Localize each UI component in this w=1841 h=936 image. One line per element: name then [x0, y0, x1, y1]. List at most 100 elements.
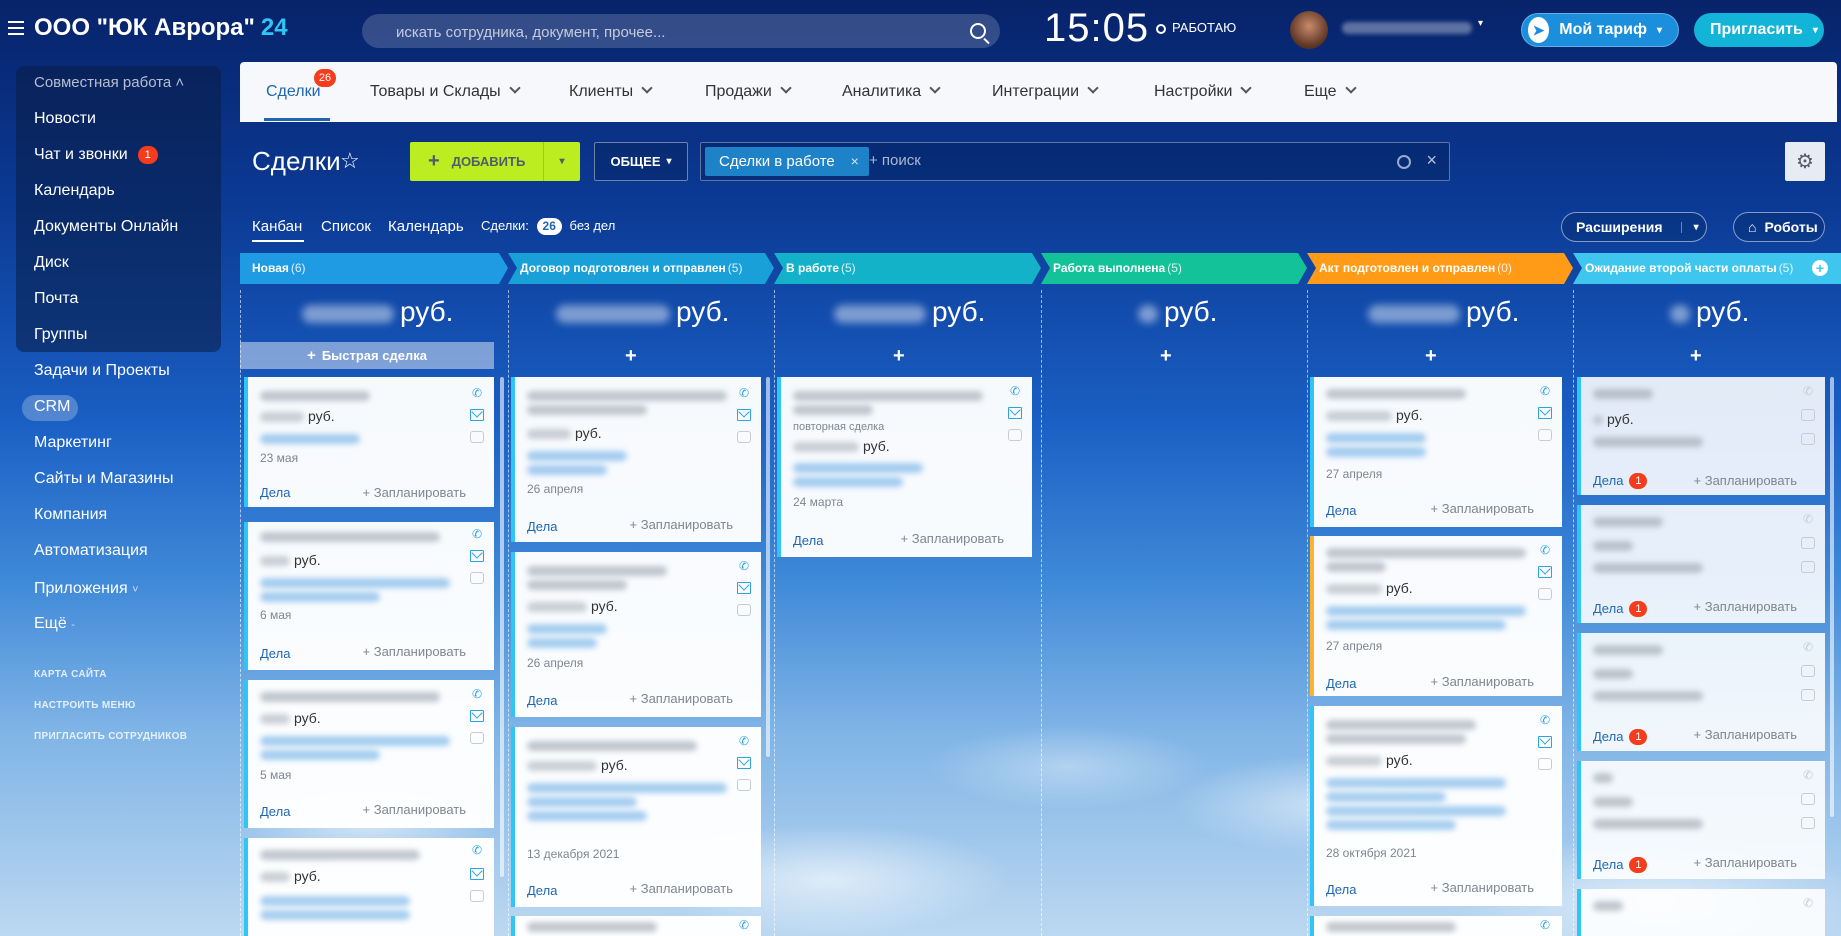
chat-icon[interactable]: [1801, 817, 1815, 829]
column-act[interactable]: Акт подготовлен и отправлен (0): [1307, 253, 1512, 284]
plan-link[interactable]: + Запланировать: [901, 531, 1004, 546]
add-deal-plus[interactable]: +: [1425, 345, 1437, 368]
plan-link[interactable]: + Запланировать: [1431, 880, 1534, 895]
phone-icon[interactable]: ✆: [1801, 385, 1815, 397]
chat-icon[interactable]: [737, 604, 751, 616]
deal-card[interactable]: руб. 26 апреля Дела + Запланировать ✆: [511, 377, 761, 542]
phone-icon[interactable]: ✆: [470, 688, 484, 700]
chat-icon[interactable]: [470, 890, 484, 902]
mail-icon[interactable]: [1801, 665, 1815, 677]
mail-icon[interactable]: [1538, 407, 1552, 419]
invite-employees-link[interactable]: ПРИГЛАСИТЬ СОТРУДНИКОВ: [34, 731, 187, 742]
deals-link[interactable]: Дела: [527, 693, 557, 708]
phone-icon[interactable]: ✆: [1538, 714, 1552, 726]
menu-item-groups[interactable]: Группы: [34, 326, 87, 344]
chat-icon[interactable]: [737, 431, 751, 443]
column-scrollbar[interactable]: [1830, 377, 1834, 817]
deal-card[interactable]: ✆: [1310, 916, 1562, 936]
column-second-payment[interactable]: Ожидание второй части оплаты (5): [1573, 253, 1793, 284]
deals-link[interactable]: Дела: [260, 485, 290, 500]
plan-link[interactable]: + Запланировать: [630, 517, 733, 532]
menu-item-tasks[interactable]: Задачи и Проекты: [34, 362, 170, 380]
plan-link[interactable]: + Запланировать: [1431, 501, 1534, 516]
chat-icon[interactable]: [1801, 561, 1815, 573]
phone-icon[interactable]: ✆: [737, 919, 751, 931]
deal-card[interactable]: руб. 27 апреля Дела + Запланировать ✆: [1310, 536, 1562, 696]
add-deal-plus[interactable]: +: [1160, 345, 1172, 368]
mail-icon[interactable]: [737, 409, 751, 421]
chat-icon[interactable]: [1538, 429, 1552, 441]
deals-link[interactable]: Дела: [1326, 676, 1356, 691]
deal-card[interactable]: Дела 1 + Запланировать ✆: [1577, 505, 1825, 623]
chat-icon[interactable]: [470, 572, 484, 584]
chat-icon[interactable]: [1538, 588, 1552, 600]
plan-link[interactable]: + Запланировать: [363, 485, 466, 500]
deal-card[interactable]: руб. Дела 1 + Запланировать ✆: [1577, 377, 1825, 495]
column-scrollbar[interactable]: [500, 377, 504, 877]
deals-link[interactable]: Дела 1: [1593, 473, 1648, 489]
phone-icon[interactable]: ✆: [1538, 919, 1552, 931]
phone-icon[interactable]: ✆: [737, 560, 751, 572]
phone-icon[interactable]: ✆: [1538, 544, 1552, 556]
deal-card[interactable]: Дела 1 + Запланировать ✆: [1577, 761, 1825, 879]
add-deal-plus[interactable]: +: [893, 345, 905, 368]
mail-icon[interactable]: [470, 710, 484, 722]
deal-card[interactable]: Дела 1 + Запланировать ✆: [1577, 633, 1825, 751]
chat-icon[interactable]: [737, 779, 751, 791]
mail-icon[interactable]: [1801, 793, 1815, 805]
deal-card[interactable]: руб. 6 мая Дела + Запланировать ✆: [244, 522, 494, 670]
deal-card[interactable]: руб. 26 апреля Дела + Запланировать ✆: [511, 552, 761, 717]
mail-icon[interactable]: [737, 582, 751, 594]
mail-icon[interactable]: [470, 550, 484, 562]
deal-card[interactable]: ✆: [511, 916, 761, 936]
plan-link[interactable]: + Запланировать: [1694, 727, 1797, 742]
chat-icon[interactable]: [1801, 433, 1815, 445]
menu-item-automation[interactable]: Автоматизация: [34, 542, 148, 560]
deals-link[interactable]: Дела: [1326, 882, 1356, 897]
column-scrollbar[interactable]: [766, 377, 770, 757]
mail-icon[interactable]: [1538, 566, 1552, 578]
chat-icon[interactable]: [470, 431, 484, 443]
add-column-icon[interactable]: +: [1812, 260, 1828, 276]
chat-icon[interactable]: [1008, 429, 1022, 441]
column-in-work[interactable]: В работе (5): [774, 253, 856, 284]
phone-icon[interactable]: ✆: [1801, 769, 1815, 781]
phone-icon[interactable]: ✆: [737, 387, 751, 399]
deals-link[interactable]: Дела 1: [1593, 729, 1648, 745]
phone-icon[interactable]: ✆: [737, 735, 751, 747]
column-contract[interactable]: Договор подготовлен и отправлен (5): [508, 253, 742, 284]
plan-link[interactable]: + Запланировать: [1694, 599, 1797, 614]
add-deal-plus[interactable]: +: [1690, 345, 1702, 368]
deal-card[interactable]: повторная сделка руб. 24 марта Дела + За…: [777, 377, 1032, 557]
quick-deal-button[interactable]: + Быстрая сделка: [240, 342, 494, 369]
deals-link[interactable]: Дела: [1326, 503, 1356, 518]
plan-link[interactable]: + Запланировать: [1694, 473, 1797, 488]
chat-icon[interactable]: [470, 732, 484, 744]
menu-item-marketing[interactable]: Маркетинг: [34, 434, 112, 452]
deal-card[interactable]: руб. 13 декабря 2021 Дела + Запланироват…: [511, 727, 761, 907]
deals-link[interactable]: Дела: [260, 804, 290, 819]
menu-item-crm[interactable]: CRM: [34, 398, 70, 416]
mail-icon[interactable]: [470, 409, 484, 421]
column-new[interactable]: Новая (6): [240, 253, 306, 284]
mail-icon[interactable]: [1801, 537, 1815, 549]
deal-card[interactable]: ✆: [1577, 889, 1825, 936]
menu-item-sites[interactable]: Сайты и Магазины: [34, 470, 173, 488]
plan-link[interactable]: + Запланировать: [630, 881, 733, 896]
phone-icon[interactable]: ✆: [470, 844, 484, 856]
chat-icon[interactable]: [1801, 689, 1815, 701]
column-done[interactable]: Работа выполнена (5): [1041, 253, 1182, 284]
mail-icon[interactable]: [737, 757, 751, 769]
deal-card[interactable]: руб. 23 мая Дела + Запланировать ✆: [244, 377, 494, 507]
phone-icon[interactable]: ✆: [470, 528, 484, 540]
plan-link[interactable]: + Запланировать: [1431, 674, 1534, 689]
plan-link[interactable]: + Запланировать: [363, 644, 466, 659]
configure-menu-link[interactable]: НАСТРОИТЬ МЕНЮ: [34, 700, 136, 711]
phone-icon[interactable]: ✆: [470, 387, 484, 399]
deals-link[interactable]: Дела: [793, 533, 823, 548]
plan-link[interactable]: + Запланировать: [363, 802, 466, 817]
menu-item-company[interactable]: Компания: [34, 506, 107, 524]
deals-link[interactable]: Дела: [527, 883, 557, 898]
mail-icon[interactable]: [470, 868, 484, 880]
phone-icon[interactable]: ✆: [1008, 385, 1022, 397]
